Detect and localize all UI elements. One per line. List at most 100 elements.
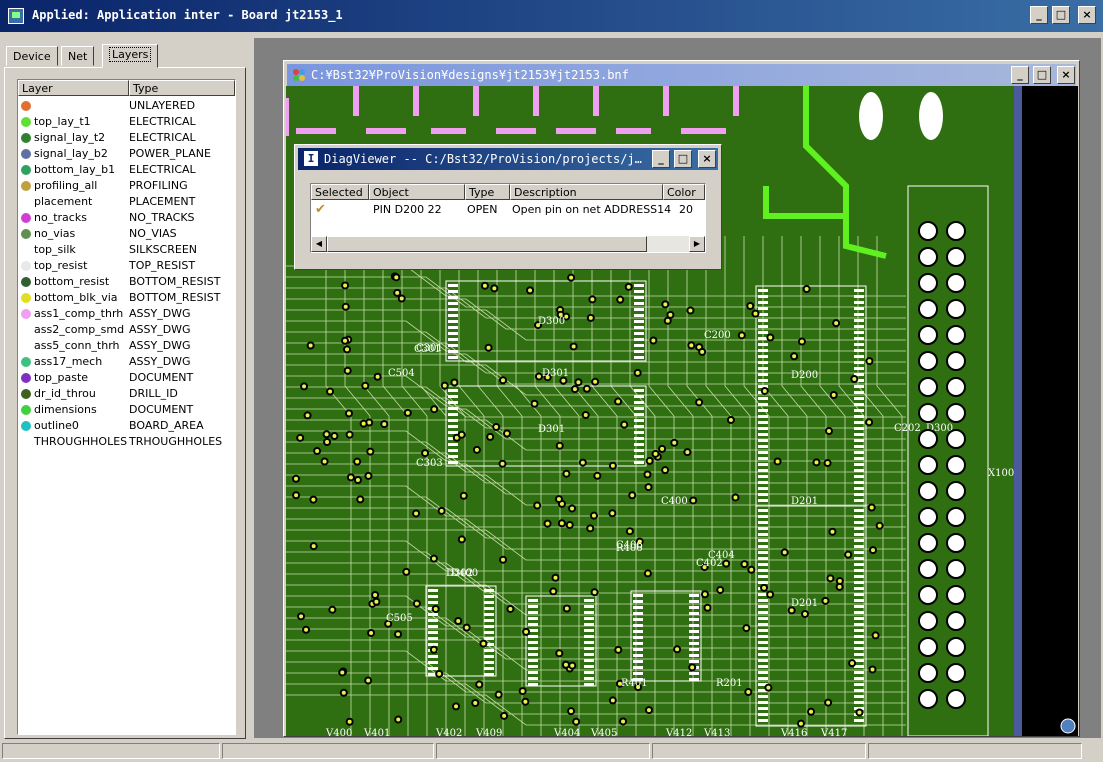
layer-color-swatch[interactable] bbox=[21, 389, 31, 399]
via-pad bbox=[665, 318, 670, 323]
via-pad bbox=[330, 607, 335, 612]
diag-header-selected[interactable]: Selected bbox=[311, 184, 369, 200]
board-minimize-button[interactable]: _ bbox=[1011, 66, 1029, 84]
layer-row[interactable]: top_silk SILKSCREEN bbox=[18, 242, 235, 258]
layer-row[interactable]: bottom_resist BOTTOM_RESIST bbox=[18, 274, 235, 290]
connector-pin bbox=[918, 533, 938, 553]
layer-color-swatch[interactable] bbox=[21, 117, 31, 127]
layer-row[interactable]: bottom_blk_via BOTTOM_RESIST bbox=[18, 290, 235, 306]
via-pad bbox=[828, 576, 833, 581]
minimize-button[interactable]: _ bbox=[1030, 6, 1048, 24]
layer-row[interactable]: ass1_comp_thrh ASSY_DWG bbox=[18, 306, 235, 322]
close-button[interactable]: × bbox=[1078, 6, 1096, 24]
layer-color-swatch[interactable] bbox=[21, 357, 31, 367]
ic-pin bbox=[633, 642, 643, 645]
maximize-button[interactable]: □ bbox=[1052, 6, 1070, 24]
layer-name: placement bbox=[34, 195, 93, 208]
layer-color-swatch[interactable] bbox=[21, 149, 31, 159]
layer-color-swatch[interactable] bbox=[21, 261, 31, 271]
layer-row[interactable]: ass2_comp_smd ASSY_DWG bbox=[18, 322, 235, 338]
layer-color-swatch[interactable] bbox=[21, 405, 31, 415]
layer-row[interactable]: outline0 BOARD_AREA bbox=[18, 418, 235, 434]
layer-color-swatch[interactable] bbox=[21, 181, 31, 191]
via-pad bbox=[590, 297, 595, 302]
board-close-button[interactable]: × bbox=[1057, 66, 1075, 84]
layer-row[interactable]: no_vias NO_VIAS bbox=[18, 226, 235, 242]
diag-header-description[interactable]: Description bbox=[510, 184, 663, 200]
board-label: C402 bbox=[696, 558, 723, 569]
layer-row[interactable]: top_lay_t1 ELECTRICAL bbox=[18, 114, 235, 130]
layer-color-swatch[interactable] bbox=[21, 101, 31, 111]
ic-pin bbox=[634, 314, 644, 317]
board-maximize-button[interactable]: □ bbox=[1033, 66, 1051, 84]
column-header-layer[interactable]: Layer bbox=[18, 80, 129, 96]
ic-pin bbox=[689, 654, 699, 657]
ic-pin bbox=[428, 655, 438, 658]
layer-row[interactable]: THROUGHHOLES TRHOUGHHOLES bbox=[18, 434, 235, 450]
tab-net[interactable]: Net bbox=[61, 46, 95, 66]
diag-header-type[interactable]: Type bbox=[465, 184, 510, 200]
layer-row[interactable]: ass17_mech ASSY_DWG bbox=[18, 354, 235, 370]
diag-description: Open pin on net ADDRESS14 bbox=[512, 203, 672, 216]
layer-color-swatch[interactable] bbox=[21, 309, 31, 319]
layer-color-swatch[interactable] bbox=[21, 293, 31, 303]
diag-grid[interactable]: Selected Object Type Description Color ✔… bbox=[310, 183, 706, 253]
layer-row[interactable]: dr_id_throu DRILL_ID bbox=[18, 386, 235, 402]
diag-close-button[interactable]: × bbox=[698, 150, 716, 168]
ic-pin bbox=[854, 545, 864, 548]
diag-header-color[interactable]: Color bbox=[663, 184, 705, 200]
app-icon[interactable] bbox=[8, 8, 24, 24]
ic-pin bbox=[854, 325, 864, 328]
board-label: V404 bbox=[553, 728, 580, 736]
layer-row[interactable]: signal_lay_t2 ELECTRICAL bbox=[18, 130, 235, 146]
layer-color-swatch[interactable] bbox=[21, 421, 31, 431]
via-pad bbox=[768, 592, 773, 597]
via-pad bbox=[826, 700, 831, 705]
layer-row[interactable]: ass5_conn_thrh ASSY_DWG bbox=[18, 338, 235, 354]
layer-row[interactable]: profiling_all PROFILING bbox=[18, 178, 235, 194]
board-label: D200 bbox=[791, 370, 818, 381]
layer-color-swatch[interactable] bbox=[21, 277, 31, 287]
tab-device[interactable]: Device bbox=[6, 46, 58, 66]
diag-minimize-button[interactable]: _ bbox=[652, 150, 670, 168]
ic-pin bbox=[758, 295, 768, 298]
layer-row[interactable]: bottom_lay_b1 ELECTRICAL bbox=[18, 162, 235, 178]
via-pad bbox=[556, 497, 561, 502]
status-pane-1 bbox=[2, 743, 220, 759]
via-pad bbox=[574, 719, 579, 724]
layer-row[interactable]: no_tracks NO_TRACKS bbox=[18, 210, 235, 226]
diag-maximize-button[interactable]: □ bbox=[674, 150, 692, 168]
diag-hscrollbar[interactable]: ◀ ▶ bbox=[311, 236, 705, 252]
layer-color-swatch[interactable] bbox=[21, 229, 31, 239]
layer-row[interactable]: UNLAYERED bbox=[18, 98, 235, 114]
via-pad bbox=[852, 376, 857, 381]
ic-pin bbox=[854, 539, 864, 542]
layer-row[interactable]: dimensions DOCUMENT bbox=[18, 402, 235, 418]
layer-color-swatch[interactable] bbox=[21, 165, 31, 175]
layer-list[interactable]: Layer Type UNLAYERED top_lay_t1 ELECTRICAL… bbox=[17, 79, 236, 735]
via-pad bbox=[867, 420, 872, 425]
ic-pin bbox=[854, 521, 864, 524]
layer-color-swatch[interactable] bbox=[21, 213, 31, 223]
scroll-thumb[interactable] bbox=[327, 236, 647, 252]
tab-layers[interactable]: Layers bbox=[102, 44, 159, 68]
via-pad bbox=[825, 461, 830, 466]
layer-row[interactable]: placement PLACEMENT bbox=[18, 194, 235, 210]
diag-row[interactable]: ✔ PIN D200 22 OPEN Open pin on net ADDRE… bbox=[311, 202, 705, 218]
layer-row[interactable]: top_resist TOP_RESIST bbox=[18, 258, 235, 274]
via-pad bbox=[846, 552, 851, 557]
scroll-right-button[interactable]: ▶ bbox=[689, 236, 705, 252]
layer-color-swatch[interactable] bbox=[21, 373, 31, 383]
layer-name: THROUGHHOLES bbox=[34, 435, 128, 448]
via-pad bbox=[404, 569, 409, 574]
ic-pin bbox=[854, 433, 864, 436]
layer-row[interactable]: top_paste DOCUMENT bbox=[18, 370, 235, 386]
via-pad bbox=[826, 429, 831, 434]
column-header-type[interactable]: Type bbox=[129, 80, 235, 96]
layer-row[interactable]: signal_lay_b2 POWER_PLANE bbox=[18, 146, 235, 162]
ic-pin bbox=[428, 625, 438, 628]
board-window-title: C:¥Bst32¥ProVision¥designs¥jt2153¥jt2153… bbox=[311, 68, 629, 82]
layer-color-swatch[interactable] bbox=[21, 133, 31, 143]
diag-header-object[interactable]: Object bbox=[369, 184, 465, 200]
scroll-left-button[interactable]: ◀ bbox=[311, 236, 327, 252]
